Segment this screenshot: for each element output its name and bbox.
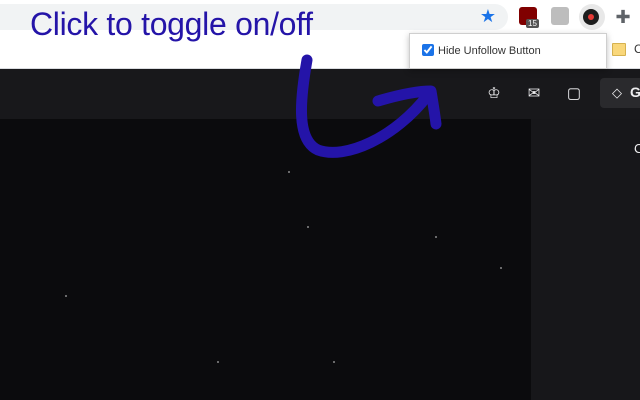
puzzle-icon[interactable]: ✚ — [612, 7, 634, 27]
ublock-extension-icon[interactable]: 15 — [519, 7, 539, 28]
inbox-icon[interactable]: ✉ — [525, 85, 543, 103]
star-dot — [307, 226, 309, 228]
sidebar-header-letter: C — [634, 141, 640, 156]
annotation-caption: Click to toggle on/off — [30, 6, 313, 42]
extension-badge: 15 — [526, 19, 539, 28]
star-dot — [333, 361, 335, 363]
star-dot — [435, 236, 437, 238]
record-extension-icon[interactable] — [583, 9, 599, 25]
star-dot — [500, 267, 502, 269]
hide-unfollow-label[interactable]: Hide Unfollow Button — [438, 44, 541, 58]
chat-sidebar — [531, 119, 640, 400]
crown-icon[interactable]: ♔ — [485, 85, 503, 103]
chat-icon[interactable]: ▢ — [565, 85, 583, 103]
hide-unfollow-checkbox[interactable] — [422, 44, 434, 56]
diamond-icon: ◇ — [612, 85, 622, 100]
star-dot — [217, 361, 219, 363]
extension-popup: Hide Unfollow Button — [409, 33, 607, 69]
video-player[interactable] — [0, 119, 531, 400]
gray-extension-icon[interactable] — [551, 7, 569, 25]
site-top-nav — [0, 69, 640, 119]
star-icon[interactable]: ★ — [478, 6, 498, 26]
bookmark-label[interactable]: C — [634, 42, 640, 56]
get-bits-label: G — [630, 84, 640, 100]
star-dot — [65, 295, 67, 297]
folder-icon[interactable] — [612, 43, 626, 56]
star-dot — [288, 171, 290, 173]
